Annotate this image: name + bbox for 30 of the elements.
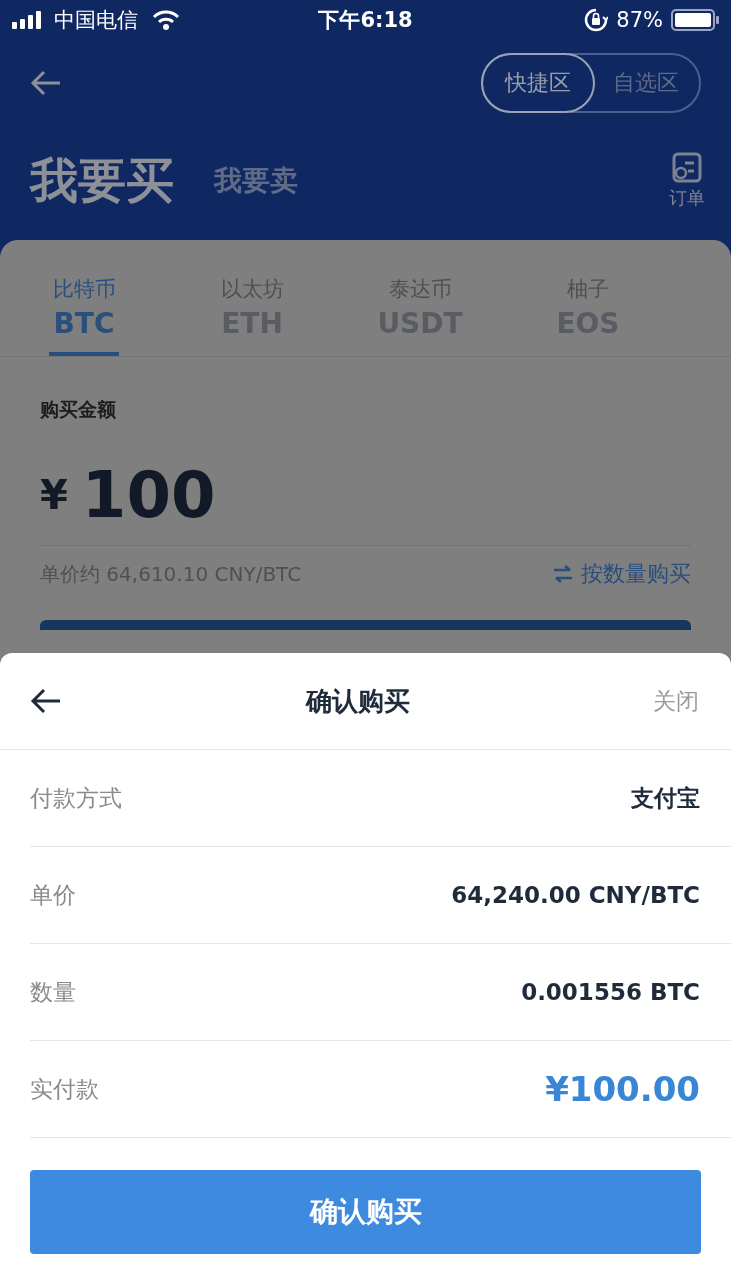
coin-tab[interactable]: 比特币 BTC xyxy=(0,240,168,356)
wifi-icon xyxy=(152,10,180,30)
total-amount: ¥100.00 xyxy=(545,1069,700,1109)
carrier-name: 中国电信 xyxy=(54,7,138,34)
mode-tab[interactable]: 我要卖 xyxy=(214,162,298,200)
row-label: 单价 xyxy=(30,880,76,910)
confirm-button[interactable]: 确认购买 xyxy=(30,1170,701,1254)
rotation-lock-icon xyxy=(584,8,609,32)
amount-value: 100 xyxy=(81,458,216,532)
close-button[interactable]: 关闭 xyxy=(653,685,699,717)
currency-symbol: ¥ xyxy=(40,472,68,518)
mode-tab[interactable]: 我要买 xyxy=(30,149,174,213)
row-label: 实付款 xyxy=(30,1074,99,1104)
zone-tab[interactable]: 自选区 xyxy=(593,55,699,111)
orders-button[interactable]: 订单 xyxy=(669,152,705,210)
zone-tab[interactable]: 快捷区 xyxy=(481,53,595,113)
amount-label: 购买金额 xyxy=(40,397,117,422)
row-value: 0.001556 BTC xyxy=(521,979,700,1005)
swap-arrows-icon xyxy=(553,565,573,583)
buy-by-quantity-link[interactable]: 按数量购买 xyxy=(553,559,691,589)
row-label: 付款方式 xyxy=(30,783,122,813)
row-value: 支付宝 xyxy=(631,783,700,813)
battery-icon xyxy=(671,9,719,31)
status-time: 下午6:18 xyxy=(318,7,413,34)
back-arrow-icon[interactable] xyxy=(30,688,62,714)
battery-percent: 87% xyxy=(616,8,663,32)
row-value: 64,240.00 CNY/BTC xyxy=(451,882,700,908)
row-label: 数量 xyxy=(30,977,76,1007)
receipt-clock-icon xyxy=(671,152,703,184)
sheet-title: 确认购买 xyxy=(305,684,410,718)
